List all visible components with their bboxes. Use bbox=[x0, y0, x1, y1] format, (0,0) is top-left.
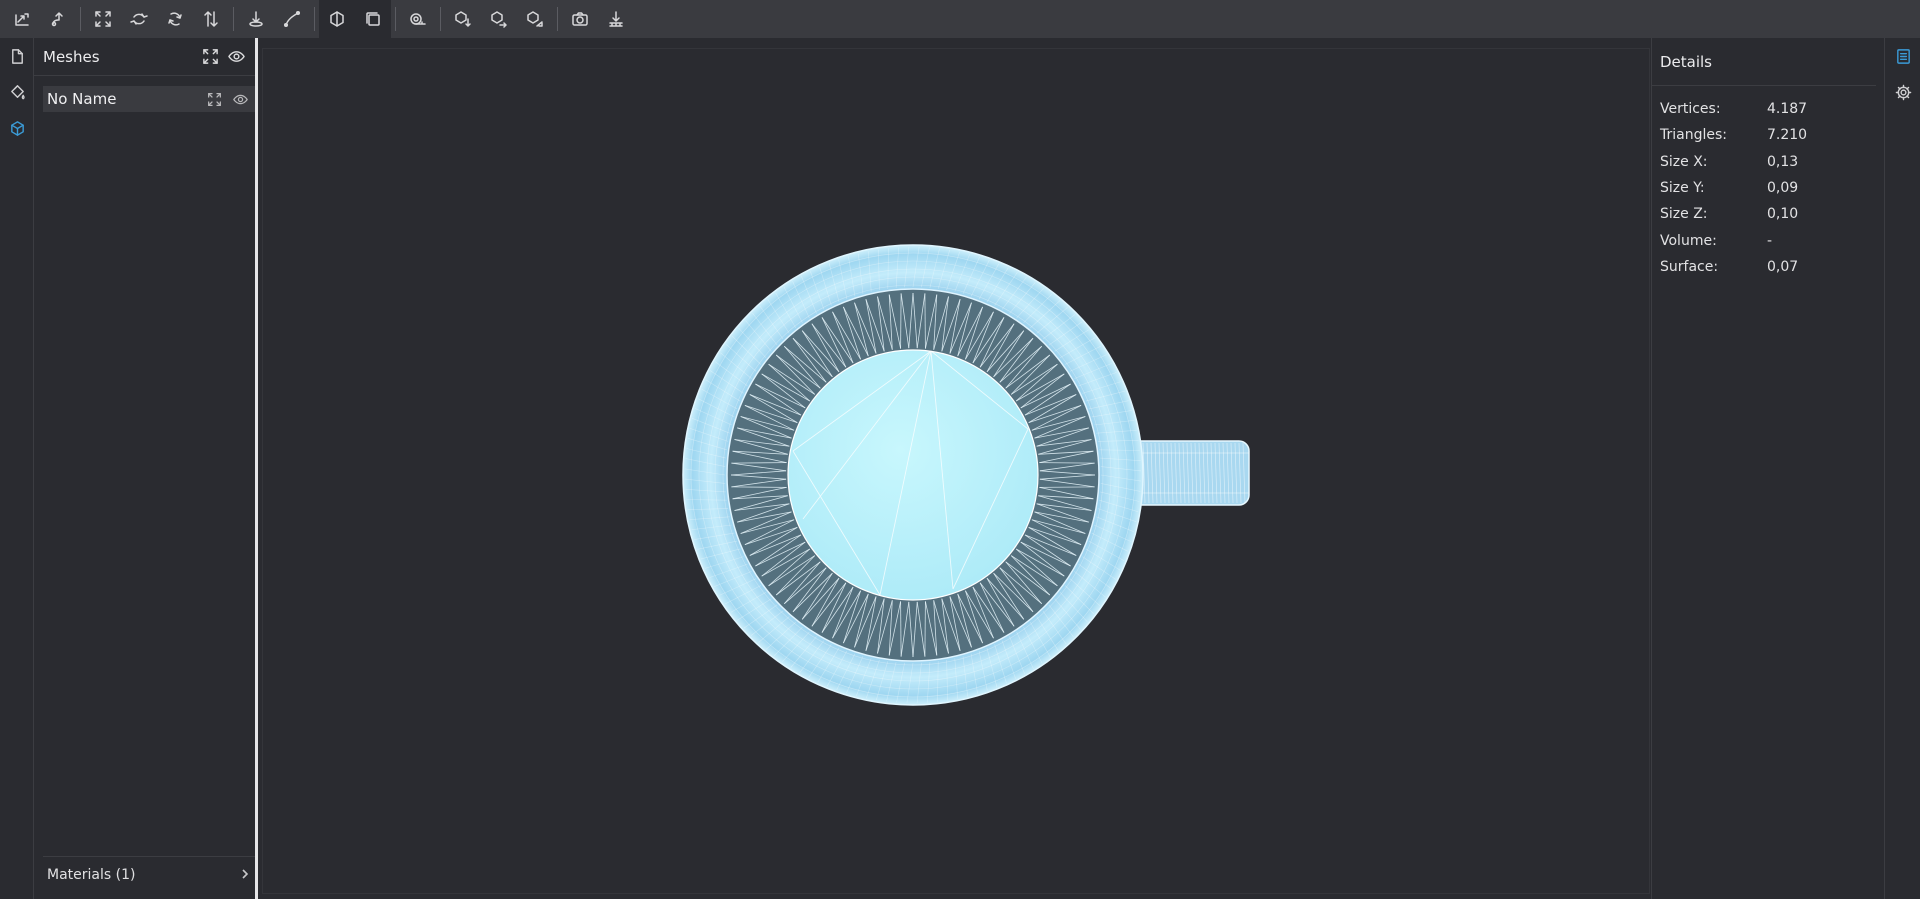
fit-icon[interactable] bbox=[85, 0, 121, 38]
expand-icon[interactable] bbox=[201, 86, 227, 112]
stat-label: Size Z: bbox=[1660, 206, 1708, 223]
ground-icon[interactable] bbox=[598, 0, 634, 38]
3d-viewport[interactable] bbox=[262, 48, 1650, 894]
toolbar-separator bbox=[233, 7, 234, 31]
stat-value: - bbox=[1767, 232, 1773, 249]
solid-view-icon[interactable] bbox=[319, 0, 355, 38]
meshes-title: Meshes bbox=[43, 47, 100, 66]
stat-label: Triangles: bbox=[1660, 127, 1727, 144]
details-icon[interactable] bbox=[1886, 38, 1920, 74]
meshes-panel: Meshes No Name Materials (1) bbox=[34, 38, 258, 899]
toolbar-separator bbox=[440, 7, 441, 31]
view-right-icon[interactable] bbox=[481, 0, 517, 38]
stat-size-z: Size Z: 0,10 bbox=[1652, 201, 1884, 227]
rotate-x-icon[interactable] bbox=[121, 0, 157, 38]
meshes-header: Meshes bbox=[34, 38, 255, 76]
stat-vertices: Vertices: 4.187 bbox=[1652, 96, 1884, 122]
rotate-y-icon[interactable] bbox=[157, 0, 193, 38]
stat-size-y: Size Y: 0,09 bbox=[1652, 175, 1884, 201]
toolbar-separator bbox=[557, 7, 558, 31]
export-icon[interactable] bbox=[4, 0, 40, 38]
stat-value: 0,09 bbox=[1767, 180, 1799, 197]
left-rail bbox=[0, 38, 34, 899]
stat-label: Vertices: bbox=[1660, 101, 1721, 118]
import-icon[interactable] bbox=[40, 0, 76, 38]
stat-value: 0,13 bbox=[1767, 153, 1799, 170]
stat-surface: Surface: 0,07 bbox=[1652, 254, 1884, 280]
stat-size-x: Size X: 0,13 bbox=[1652, 149, 1884, 175]
eye-icon[interactable] bbox=[223, 44, 249, 70]
stat-label: Volume: bbox=[1660, 232, 1717, 249]
expand-icon[interactable] bbox=[197, 44, 223, 70]
stat-value: 0,07 bbox=[1767, 258, 1799, 275]
details-panel: Details Vertices: 4.187 Triangles: 7.210 S… bbox=[1651, 38, 1885, 899]
stat-label: Surface: bbox=[1660, 258, 1719, 275]
measure-icon[interactable] bbox=[400, 0, 436, 38]
toolbar bbox=[0, 0, 1920, 38]
view-down-icon[interactable] bbox=[445, 0, 481, 38]
wireframe-view-icon[interactable] bbox=[355, 0, 391, 38]
materials-section[interactable]: Materials (1) bbox=[43, 856, 255, 892]
flip-icon[interactable] bbox=[193, 0, 229, 38]
stat-label: Size X: bbox=[1660, 153, 1708, 170]
mesh-name: No Name bbox=[47, 90, 117, 108]
paint-bucket-icon[interactable] bbox=[0, 74, 34, 110]
toolbar-separator bbox=[314, 7, 315, 31]
eye-icon[interactable] bbox=[227, 86, 253, 112]
set-origin-icon[interactable] bbox=[238, 0, 274, 38]
mesh-list-item[interactable]: No Name bbox=[43, 86, 255, 112]
toolbar-separator bbox=[395, 7, 396, 31]
stat-value: 4.187 bbox=[1767, 101, 1808, 118]
details-stats: Vertices: 4.187 Triangles: 7.210 Size X: 0,… bbox=[1652, 86, 1884, 280]
right-rail bbox=[1886, 38, 1920, 899]
curve-icon[interactable] bbox=[274, 0, 310, 38]
materials-label: Materials (1) bbox=[47, 866, 136, 883]
gear-icon[interactable] bbox=[1886, 74, 1920, 110]
stat-value: 0,10 bbox=[1767, 206, 1799, 223]
stat-volume: Volume: - bbox=[1652, 227, 1884, 253]
stat-triangles: Triangles: 7.210 bbox=[1652, 122, 1884, 148]
view-iso-icon[interactable] bbox=[517, 0, 553, 38]
toolbar-separator bbox=[80, 7, 81, 31]
stat-value: 7.210 bbox=[1767, 127, 1808, 144]
cube-icon[interactable] bbox=[0, 110, 34, 146]
mug-base bbox=[787, 349, 1039, 601]
mug-mesh bbox=[682, 244, 1250, 706]
chevron-right-icon[interactable] bbox=[239, 865, 251, 884]
details-header: Details bbox=[1652, 38, 1876, 86]
file-icon[interactable] bbox=[0, 38, 34, 74]
details-title: Details bbox=[1660, 52, 1713, 71]
screenshot-icon[interactable] bbox=[562, 0, 598, 38]
stat-label: Size Y: bbox=[1660, 180, 1705, 197]
